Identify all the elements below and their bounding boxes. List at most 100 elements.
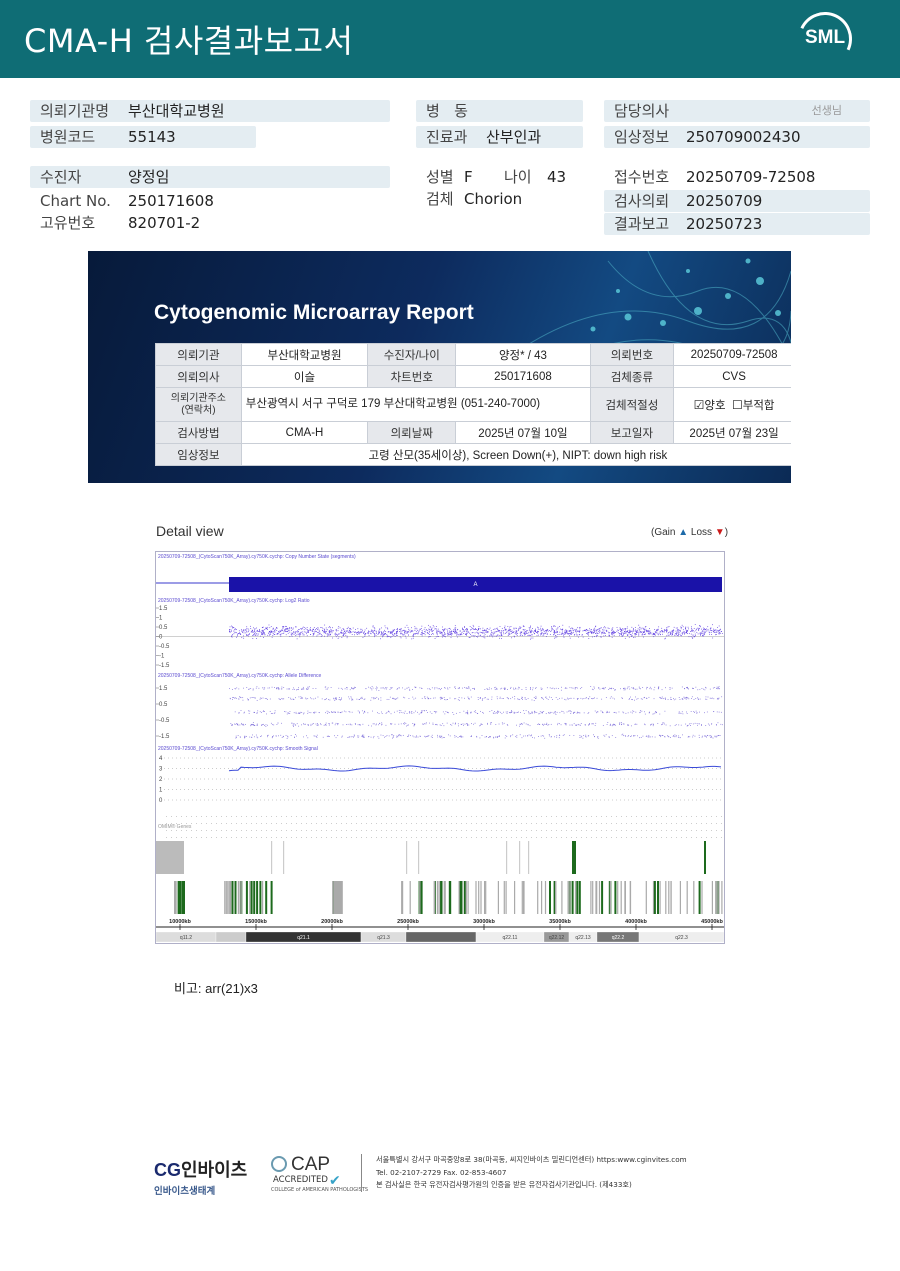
grid-dot	[251, 830, 252, 831]
allele-point	[470, 711, 472, 713]
log2-point	[411, 638, 413, 640]
log2-point	[616, 630, 618, 632]
allele-point	[718, 688, 720, 690]
grid-dot	[341, 816, 342, 817]
log2-point	[442, 632, 443, 634]
allele-point	[545, 713, 547, 715]
log2-point	[566, 631, 567, 632]
allele-point	[345, 711, 347, 713]
grid-dot	[251, 823, 252, 824]
allele-point	[495, 724, 497, 726]
log2-point	[484, 637, 486, 639]
log2-point	[301, 631, 302, 633]
log2-point	[400, 633, 402, 635]
gene-density-bar	[240, 881, 242, 914]
grid-dot	[531, 830, 532, 831]
log2-point	[464, 627, 466, 628]
log2-point	[666, 627, 668, 629]
log2-point	[540, 630, 542, 632]
log2-point	[554, 637, 555, 639]
allele-point	[315, 688, 317, 689]
allele-point	[315, 711, 317, 713]
log2-point	[453, 629, 455, 631]
allele-point	[707, 735, 708, 736]
allele-point	[635, 723, 637, 725]
allele-point	[232, 698, 233, 700]
allele-point	[403, 723, 405, 725]
log2-point	[626, 626, 628, 628]
log2-point	[309, 630, 311, 631]
log2-point	[470, 634, 471, 635]
allele-point	[239, 696, 241, 698]
allele-point	[248, 688, 249, 690]
log2-point	[630, 634, 632, 635]
allele-point	[594, 735, 595, 737]
allele-point	[577, 712, 579, 713]
log2-point	[299, 631, 301, 633]
log2-point	[505, 633, 507, 634]
allele-point	[630, 696, 631, 698]
allele-point	[464, 687, 466, 688]
log2-point	[362, 630, 363, 632]
allele-point	[570, 697, 572, 699]
allele-point	[549, 687, 551, 689]
allele-point	[673, 735, 674, 736]
field-receipt-no: 접수번호 20250709-72508	[614, 168, 816, 186]
log2-point	[510, 630, 511, 632]
allele-point	[267, 698, 268, 700]
allele-point	[713, 711, 715, 712]
allele-point	[594, 687, 595, 689]
allele-point	[648, 734, 650, 736]
allele-point	[281, 698, 283, 699]
log2-point	[270, 634, 272, 636]
allele-point	[477, 697, 479, 698]
log2-point	[262, 627, 263, 628]
grid-dot	[216, 816, 217, 817]
allele-point	[513, 687, 514, 689]
log2-point	[260, 635, 262, 637]
log2-point	[689, 631, 691, 632]
allele-point	[305, 723, 306, 725]
log2-point	[514, 632, 516, 634]
log2-point	[589, 628, 591, 630]
allele-point	[337, 711, 339, 713]
gene-bar-highlight	[704, 841, 706, 874]
log2-point	[633, 637, 634, 638]
grid-dot	[396, 837, 397, 838]
log2-point	[549, 634, 551, 635]
log2-point	[611, 628, 613, 630]
log2-point	[257, 633, 259, 635]
allele-point	[701, 688, 703, 689]
log2-point	[234, 632, 236, 634]
log2-point	[271, 636, 273, 638]
allele-point	[631, 699, 633, 701]
allele-point	[332, 722, 334, 724]
log2-point	[612, 627, 614, 629]
log2-point	[572, 628, 574, 629]
grid-dot	[646, 823, 647, 824]
log2-point	[515, 630, 517, 632]
allele-point	[377, 712, 378, 714]
grid-dot	[381, 830, 382, 831]
log2-point	[285, 634, 287, 636]
grid-dot	[581, 816, 582, 817]
allele-point	[602, 724, 604, 726]
allele-point	[497, 711, 499, 713]
allele-point	[631, 735, 632, 737]
log2-point	[426, 632, 428, 634]
allele-point	[243, 723, 244, 725]
allele-point	[557, 722, 559, 724]
log2-point	[698, 630, 700, 632]
log2-point	[355, 629, 356, 630]
allele-point	[460, 723, 462, 725]
allele-point	[462, 723, 464, 725]
grid-dot	[326, 830, 327, 831]
log2-point	[498, 635, 500, 636]
log2-point	[257, 629, 258, 631]
allele-point	[516, 724, 517, 726]
allele-point	[471, 723, 472, 725]
log2-point	[654, 629, 656, 630]
gene-density-bar	[475, 881, 477, 914]
x-tick-label: 30000kb	[473, 919, 495, 925]
allele-point	[313, 712, 315, 714]
